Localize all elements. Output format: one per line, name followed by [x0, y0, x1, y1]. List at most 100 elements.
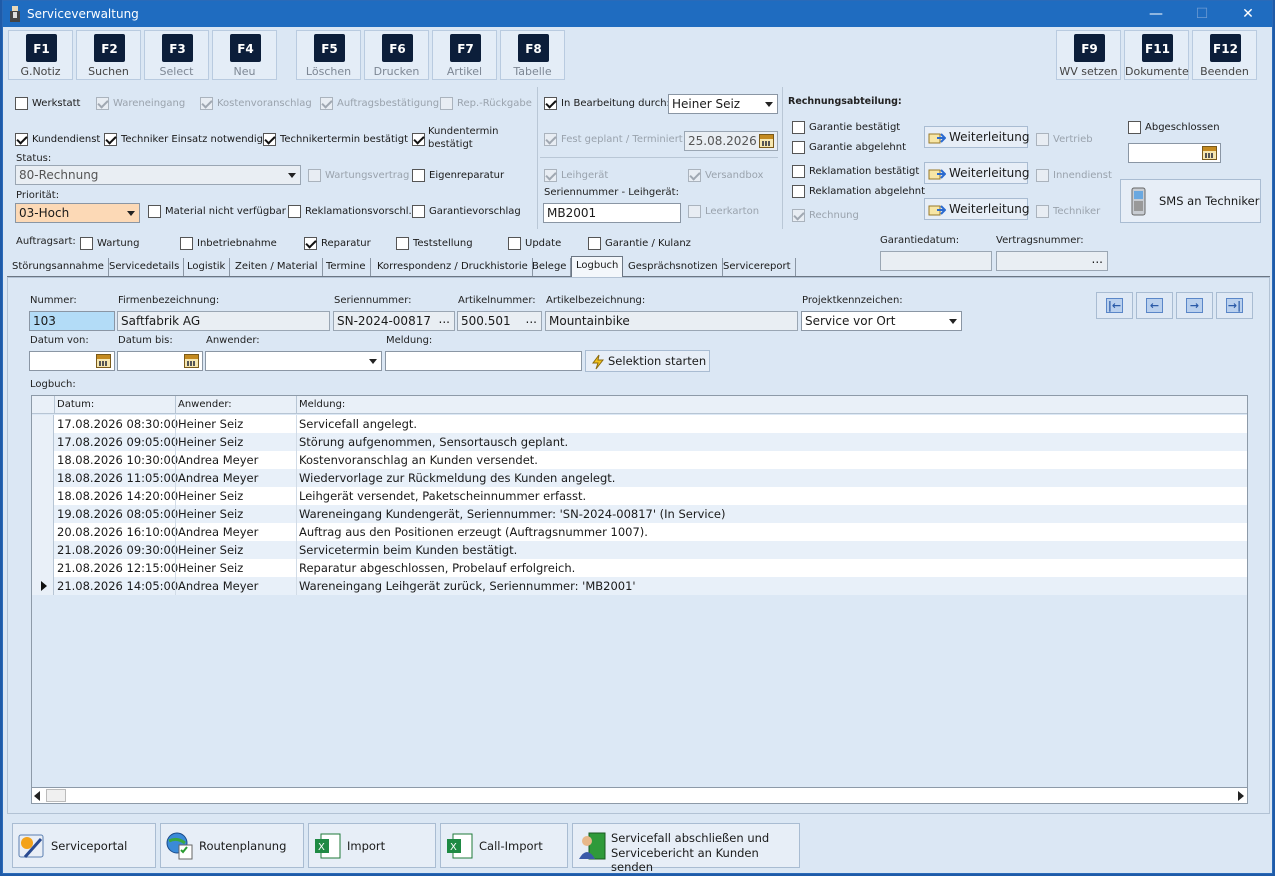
- tab-servicereport[interactable]: Servicereport: [719, 258, 796, 276]
- weiterleitung-innendienst-button[interactable]: Weiterleitung: [924, 162, 1029, 184]
- horizontal-scrollbar[interactable]: [31, 787, 1248, 804]
- tab-logistik[interactable]: Logistik: [183, 258, 231, 276]
- minimize-button[interactable]: —: [1133, 3, 1179, 25]
- datum-von-field[interactable]: [29, 351, 115, 371]
- versandbox-checkbox[interactable]: Versandbox: [688, 168, 763, 182]
- garantie-kulanz-checkbox[interactable]: Garantie / Kulanz: [588, 236, 691, 250]
- artbez-field[interactable]: Mountainbike: [545, 311, 798, 331]
- row-selector[interactable]: [32, 433, 54, 451]
- table-row[interactable]: 18.08.2026 11:05:00 Andrea Meyer Wiedervor…: [32, 469, 1247, 487]
- selektion-starten-button[interactable]: Selektion starten: [585, 350, 710, 372]
- table-row[interactable]: 18.08.2026 10:30:00 Andrea Meyer Kostenvor…: [32, 451, 1247, 469]
- weiterleitung-vertrieb-button[interactable]: Weiterleitung: [924, 126, 1029, 148]
- close-button[interactable]: ✕: [1225, 3, 1271, 25]
- row-selector[interactable]: [32, 559, 54, 577]
- table-row[interactable]: 21.08.2026 14:05:00 Andrea Meyer Wareneing…: [32, 577, 1247, 595]
- kundendienst-checkbox[interactable]: Kundendienst: [15, 132, 100, 146]
- row-selector[interactable]: [32, 451, 54, 469]
- teststellung-checkbox[interactable]: Teststellung: [396, 236, 473, 250]
- import-button[interactable]: X Import: [308, 823, 436, 868]
- projekt-select[interactable]: Service vor Ort: [801, 311, 962, 331]
- fest-geplant-checkbox[interactable]: Fest geplant / Terminiert: [544, 132, 683, 146]
- tab-termine[interactable]: Termine: [322, 258, 371, 276]
- f7-artikel-button[interactable]: F7 Artikel: [432, 30, 497, 80]
- routenplanung-button[interactable]: Routenplanung: [160, 823, 304, 868]
- vertrieb-checkbox[interactable]: Vertrieb: [1036, 132, 1093, 146]
- tab-servicedetails[interactable]: Servicedetails: [105, 258, 185, 276]
- nav-prev-button[interactable]: ←: [1136, 292, 1173, 319]
- f5-loeschen-button[interactable]: F5 Löschen: [296, 30, 361, 80]
- abgeschlossen-date-field[interactable]: [1128, 143, 1221, 163]
- innendienst-checkbox[interactable]: Innendienst: [1036, 168, 1112, 182]
- servicefall-abschliessen-button[interactable]: Servicefall abschließen und Serviceberic…: [572, 823, 800, 874]
- abgeschlossen-checkbox[interactable]: Abgeschlossen: [1128, 120, 1220, 134]
- werkstatt-checkbox[interactable]: Werkstatt: [15, 96, 80, 110]
- f12-beenden-button[interactable]: F12 Beenden: [1192, 30, 1257, 80]
- sn-leih-field[interactable]: MB2001: [543, 203, 681, 223]
- wareneingang-checkbox[interactable]: Wareneingang: [96, 96, 185, 110]
- table-row[interactable]: 21.08.2026 12:15:00 Heiner Seiz Reparatur …: [32, 559, 1247, 577]
- row-selector[interactable]: [32, 415, 54, 433]
- tab-zeiten-material[interactable]: Zeiten / Material: [231, 258, 323, 276]
- rechnung-checkbox[interactable]: Rechnung: [792, 208, 859, 222]
- techniker-einsatz-checkbox[interactable]: Techniker Einsatz notwendig: [104, 132, 263, 146]
- tab-gespraechsnotizen[interactable]: Gesprächsnotizen: [624, 258, 723, 276]
- rep-rueckgabe-checkbox[interactable]: Rep.-Rückgabe: [440, 96, 532, 110]
- nav-next-button[interactable]: →: [1176, 292, 1213, 319]
- eigenreparatur-checkbox[interactable]: Eigenreparatur: [412, 168, 504, 182]
- firma-field[interactable]: Saftfabrik AG: [117, 311, 330, 331]
- f11-dokumente-button[interactable]: F11 Dokumente: [1124, 30, 1189, 80]
- wartung-checkbox[interactable]: Wartung: [80, 236, 139, 250]
- table-row[interactable]: 17.08.2026 09:05:00 Heiner Seiz Störung au…: [32, 433, 1247, 451]
- table-row[interactable]: 18.08.2026 14:20:00 Heiner Seiz Leihgerät …: [32, 487, 1247, 505]
- leihgeraet-checkbox[interactable]: Leihgerät: [544, 168, 608, 182]
- f3-select-button[interactable]: F3 Select: [144, 30, 209, 80]
- in-bearbeitung-checkbox[interactable]: In Bearbeitung durch:: [544, 96, 670, 110]
- row-selector[interactable]: [32, 541, 54, 559]
- f9-wv-setzen-button[interactable]: F9 WV setzen: [1056, 30, 1121, 80]
- logbuch-grid[interactable]: Datum: Anwender: Meldung: 17.08.2026 08:…: [31, 395, 1248, 804]
- tab-stoerungsannahme[interactable]: Störungsannahme: [8, 258, 109, 276]
- weiterleitung-techniker-button[interactable]: Weiterleitung: [924, 198, 1029, 220]
- inbetriebnahme-checkbox[interactable]: Inbetriebnahme: [180, 236, 277, 250]
- f8-tabelle-button[interactable]: F8 Tabelle: [500, 30, 565, 80]
- call-import-button[interactable]: X Call-Import: [440, 823, 568, 868]
- anwender-select[interactable]: [205, 351, 382, 371]
- table-row[interactable]: 21.08.2026 09:30:00 Heiner Seiz Serviceter…: [32, 541, 1247, 559]
- row-selector[interactable]: [32, 523, 54, 541]
- techniker-checkbox[interactable]: Techniker: [1036, 204, 1100, 218]
- wartungsvertrag-checkbox[interactable]: Wartungsvertrag: [308, 168, 409, 182]
- row-selector[interactable]: [32, 577, 54, 595]
- meldung-field[interactable]: [385, 351, 582, 371]
- f6-drucken-button[interactable]: F6 Drucken: [364, 30, 429, 80]
- maximize-button[interactable]: ☐: [1179, 3, 1225, 25]
- artnr-field[interactable]: 500.501...: [457, 311, 542, 331]
- reklamation-bestaetigt-checkbox[interactable]: Reklamation bestätigt: [792, 164, 919, 178]
- row-selector[interactable]: [32, 487, 54, 505]
- update-checkbox[interactable]: Update: [508, 236, 561, 250]
- vertragsnummer-field[interactable]: ...: [996, 251, 1108, 271]
- sms-techniker-button[interactable]: SMS an Techniker: [1120, 179, 1261, 223]
- garantie-abgelehnt-checkbox[interactable]: Garantie abgelehnt: [792, 140, 906, 154]
- table-row[interactable]: 20.08.2026 16:10:00 Andrea Meyer Auftrag a…: [32, 523, 1247, 541]
- kundentermin-checkbox[interactable]: [412, 132, 429, 146]
- serviceportal-button[interactable]: Serviceportal: [12, 823, 156, 868]
- auftragsbestaetigung-checkbox[interactable]: Auftragsbestätigung: [320, 96, 439, 110]
- tab-belege[interactable]: Belege: [528, 258, 572, 276]
- garantievorschlag-checkbox[interactable]: Garantievorschlag: [412, 204, 521, 218]
- garantie-bestaetigt-checkbox[interactable]: Garantie bestätigt: [792, 120, 900, 134]
- row-selector[interactable]: [32, 505, 54, 523]
- bearbeiter-select[interactable]: Heiner Seiz: [668, 94, 778, 114]
- table-row[interactable]: 19.08.2026 08:05:00 Heiner Seiz Wareneinga…: [32, 505, 1247, 523]
- reklamationsvorschl-checkbox[interactable]: Reklamationsvorschl.: [288, 204, 412, 218]
- table-row[interactable]: 17.08.2026 08:30:00 Heiner Seiz Servicefal…: [32, 415, 1247, 433]
- nummer-field[interactable]: 103: [29, 311, 115, 331]
- nav-first-button[interactable]: |←: [1096, 292, 1133, 319]
- tab-korrespondenz[interactable]: Korrespondenz / Druckhistorie: [373, 258, 533, 276]
- tab-logbuch[interactable]: Logbuch: [571, 256, 624, 277]
- f2-suchen-button[interactable]: F2 Suchen: [76, 30, 141, 80]
- status-select[interactable]: 80-Rechnung: [15, 165, 301, 185]
- f1-gnotiz-button[interactable]: F1 G.Notiz: [8, 30, 73, 80]
- row-selector[interactable]: [32, 469, 54, 487]
- termin-date-field[interactable]: 25.08.2026: [684, 131, 778, 151]
